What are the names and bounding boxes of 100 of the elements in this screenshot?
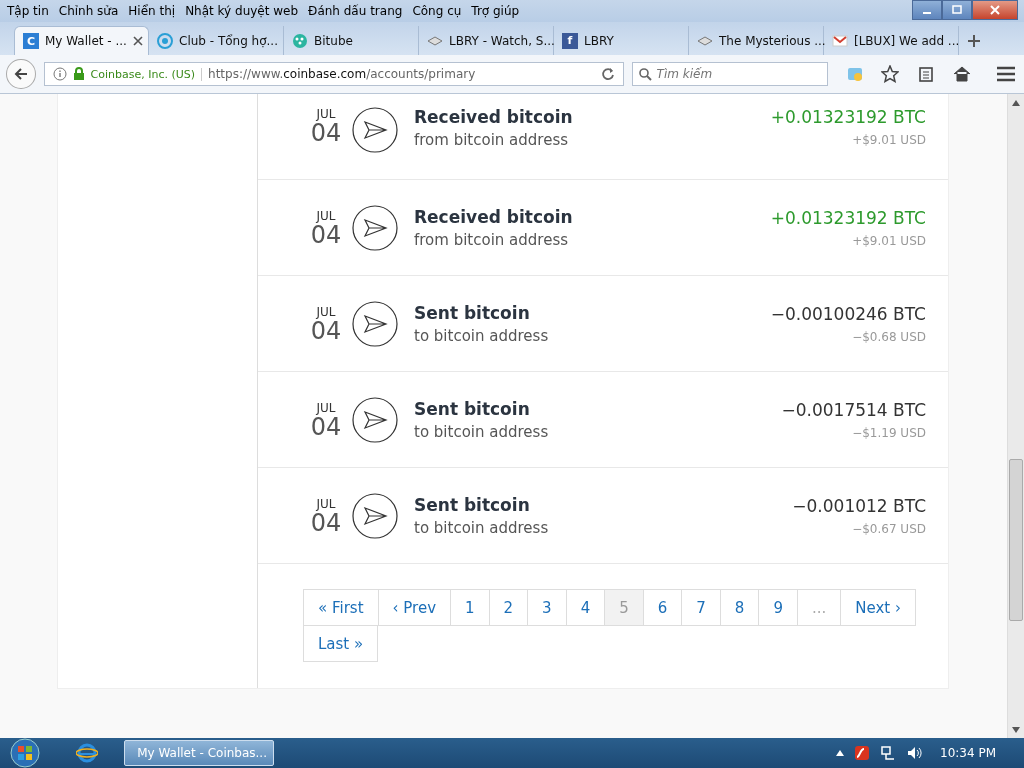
network-icon[interactable] (880, 745, 896, 761)
date-day: 04 (310, 414, 342, 439)
btc-amount: +0.01323192 BTC (770, 107, 926, 127)
browser-tab[interactable]: C My Wallet - ... (14, 26, 149, 55)
page-link[interactable]: 9 (758, 589, 798, 626)
menu-item[interactable]: Chỉnh sửa (53, 4, 124, 18)
date-month: JUL (316, 400, 336, 415)
paper-plane-icon (352, 107, 398, 153)
page-link[interactable]: ‹ Prev (377, 589, 451, 626)
back-arrow-icon (12, 66, 29, 82)
tab-title: My Wallet - ... (45, 34, 127, 48)
dots-icon (292, 32, 308, 49)
favicon-icon: f (562, 32, 578, 49)
url-text: https://www.coinbase.com/accounts/primary (208, 67, 477, 81)
transaction-row[interactable]: JUL 04 Sent bitcoin to bitcoin address −0.0017514 BTC −$1.19 USD (258, 372, 948, 468)
transaction-row[interactable]: JUL 04 Received bitcoin from bitcoin address +0.01323192 BTC +$9.01 USD (258, 180, 948, 276)
usd-amount: −$0.67 USD (852, 521, 926, 536)
page-link[interactable]: 8 (719, 589, 760, 626)
paper-plane-icon (352, 396, 398, 443)
home-icon[interactable] (952, 65, 971, 83)
tab-title: Bitube (314, 33, 354, 48)
usd-amount: +$9.01 USD (852, 133, 926, 147)
transaction-title: Received bitcoin (414, 107, 574, 127)
favicon-icon: C (23, 33, 39, 49)
minimize-button[interactable] (912, 0, 942, 20)
tab-title: LBRY (584, 33, 615, 48)
tray-arrow-icon[interactable] (836, 750, 844, 756)
start-button[interactable] (8, 738, 42, 768)
flash-icon[interactable] (854, 745, 870, 761)
star-icon[interactable] (881, 65, 899, 83)
paper-plane-icon (352, 492, 398, 539)
transaction-subtitle: from bitcoin address (414, 230, 570, 249)
taskbar-window-title: My Wallet - Coinbas... (137, 746, 267, 760)
close-icon[interactable] (132, 36, 143, 46)
date-day: 04 (310, 121, 342, 145)
close-button[interactable] (972, 0, 1018, 20)
btc-amount: −0.0017514 BTC (781, 399, 926, 420)
clock: 10:34 PM (940, 746, 996, 760)
usd-amount: −$0.68 USD (852, 329, 926, 344)
reload-icon[interactable] (600, 67, 615, 81)
date-month: JUL (316, 208, 336, 223)
browser-e-icon[interactable] (76, 742, 98, 764)
page-link[interactable]: Next › (840, 589, 916, 626)
tab-title: LBRY - Watch, S... (449, 33, 555, 48)
transaction-row[interactable]: JUL 04 Received bitcoin from bitcoin address +0.01323192 BTC +$9.01 USD (258, 94, 948, 180)
page-link[interactable]: 2 (488, 589, 529, 626)
transaction-title: Sent bitcoin (414, 398, 531, 419)
transaction-title: Received bitcoin (414, 206, 574, 227)
maximize-icon (952, 5, 962, 15)
tab-title: The Mysterious ... (719, 33, 826, 48)
transaction-subtitle: from bitcoin address (414, 131, 570, 149)
search-field[interactable]: Tìm kiếm (631, 62, 828, 86)
site-identity: Coinbase, Inc. (US) (90, 67, 203, 81)
info-icon (52, 67, 67, 81)
paper-plane-icon (352, 204, 398, 251)
menu-item[interactable]: Trợ giúp (466, 4, 525, 18)
plus-icon (968, 34, 980, 47)
transaction-title: Sent bitcoin (414, 302, 531, 323)
transaction-subtitle: to bitcoin address (414, 422, 550, 441)
date-month: JUL (316, 107, 336, 121)
address-bar[interactable]: Coinbase, Inc. (US) https://www.coinbase.com/accounts/primary (43, 62, 624, 86)
menu-item[interactable]: Tập tin (2, 4, 54, 18)
transaction-row[interactable]: JUL 04 Sent bitcoin to bitcoin address −0.001012 BTC −$0.67 USD (258, 468, 948, 564)
page-link[interactable]: 3 (527, 589, 567, 626)
date-month: JUL (316, 496, 336, 511)
tab-title: [LBUX] We add ... (854, 33, 960, 48)
transaction-subtitle: to bitcoin address (414, 518, 550, 537)
menu-item[interactable]: Nhật ký duyệt web (180, 4, 304, 18)
minimize-icon (923, 12, 931, 14)
menu-item[interactable]: Hiển thị (123, 4, 181, 18)
tab-title: Club - Tổng hợ... (179, 33, 278, 48)
page-link[interactable]: « First (303, 589, 379, 626)
menu-item[interactable]: Công cụ (407, 4, 467, 18)
lock-icon (72, 67, 85, 81)
date-day: 04 (310, 510, 342, 535)
mail-icon (832, 32, 848, 49)
date-month: JUL (316, 304, 336, 319)
back-button[interactable] (6, 59, 36, 89)
page-link[interactable]: 1 (450, 589, 490, 626)
btc-amount: −0.001012 BTC (792, 495, 926, 516)
page-link[interactable]: 4 (565, 589, 606, 626)
page-link[interactable]: 6 (642, 589, 683, 626)
menu-item[interactable]: Đánh dấu trang (303, 4, 408, 18)
scrollbar[interactable] (1007, 94, 1024, 738)
page-link[interactable]: 7 (681, 589, 721, 626)
maximize-button[interactable] (942, 0, 972, 20)
page-link[interactable]: Last » (303, 625, 379, 662)
menu-icon[interactable] (996, 65, 1016, 83)
btc-amount: +0.01323192 BTC (770, 207, 926, 228)
clipboard-icon[interactable] (916, 65, 935, 83)
transaction-subtitle: to bitcoin address (414, 326, 550, 345)
speaker-icon[interactable] (906, 745, 922, 761)
usd-amount: −$1.19 USD (852, 425, 926, 440)
date-day: 04 (310, 222, 342, 247)
paper-plane-icon (352, 300, 398, 347)
btc-amount: −0.00100246 BTC (770, 303, 926, 324)
transaction-row[interactable]: JUL 04 Sent bitcoin to bitcoin address −0.00100246 BTC −$0.68 USD (258, 276, 948, 372)
scroll-thumb[interactable] (1009, 459, 1023, 621)
usd-amount: +$9.01 USD (852, 233, 926, 248)
close-icon (990, 5, 1000, 15)
